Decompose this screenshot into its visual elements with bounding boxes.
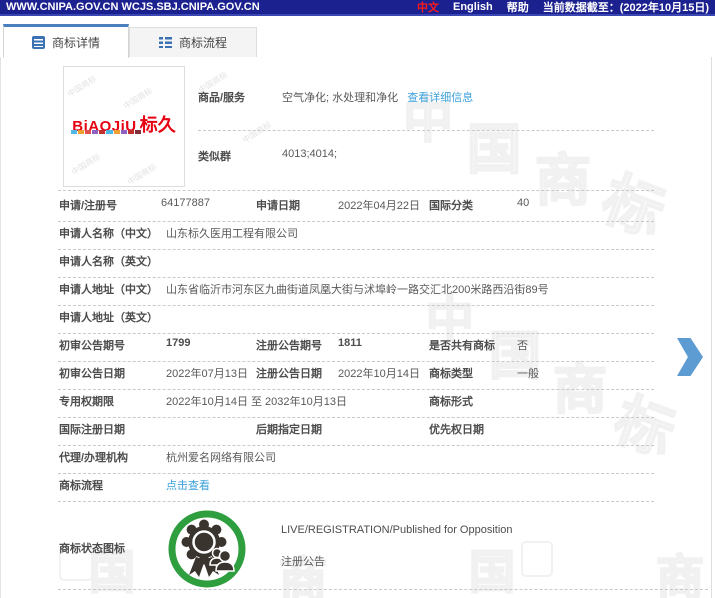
tm-form-label: 商标形式: [429, 393, 473, 409]
status-text-en: LIVE/REGISTRATION/Published for Oppositi…: [281, 524, 513, 536]
reg-pub-no-label: 注册公告期号: [256, 337, 322, 353]
intlclass-label: 国际分类: [429, 197, 473, 213]
agency-label: 代理/办理机构: [59, 449, 128, 465]
exclusive-term-value: 2022年10月14日 至 2032年10月13日: [166, 393, 347, 409]
tm-type-value: 一般: [517, 365, 539, 381]
row-separator: [198, 130, 654, 131]
watermark-glyph: 商: [553, 363, 607, 417]
regno-value: 64177887: [161, 197, 210, 209]
topbar: WWW.CNIPA.GOV.CN WCJS.SBJ.CNIPA.GOV.CN 中…: [0, 0, 715, 16]
similar-group-value: 4013;4014;: [282, 148, 337, 160]
first-pub-no-value: 1799: [166, 337, 190, 349]
trademark-status-icon: [167, 509, 247, 589]
tab-detail-label: 商标详情: [52, 34, 100, 51]
address-cn-value: 山东省临沂市河东区九曲街道凤凰大街与沭埠岭一路交汇北200米路西沿街89号: [166, 281, 549, 297]
address-en-label: 申请人地址（英文）: [59, 309, 158, 325]
watermark-small-text: 中国商标: [66, 73, 99, 99]
applicant-cn-label: 申请人名称（中文）: [59, 225, 158, 241]
row-separator: [58, 501, 654, 502]
trademark-detail-page: WWW.CNIPA.GOV.CN WCJS.SBJ.CNIPA.GOV.CN 中…: [0, 0, 715, 598]
row-separator: [58, 277, 654, 278]
row-separator: [58, 417, 654, 418]
row-separator: [58, 190, 654, 191]
first-pub-date-value: 2022年07月13日: [166, 365, 248, 381]
trademark-image: 中国商标 中国商标 中国商标 中国商标 BiAOJiU 标久: [63, 66, 185, 187]
watermark-small-text: 中国商标: [122, 85, 155, 111]
goods-label: 商品/服务: [198, 89, 245, 105]
row-separator: [58, 473, 654, 474]
first-pub-date-label: 初审公告日期: [59, 365, 125, 381]
appdate-label: 申请日期: [256, 197, 300, 213]
watermark-plug-shape: [521, 541, 553, 577]
help-link[interactable]: 帮助: [507, 0, 529, 15]
logo-color-bar: [71, 130, 141, 134]
row-separator: [58, 333, 654, 334]
watermark-glyph: 商: [656, 555, 704, 598]
shared-mark-label: 是否共有商标: [429, 337, 495, 353]
row-separator: [58, 221, 654, 222]
data-cutoff-label: 当前数据截至：(2022年10月15日): [543, 0, 709, 15]
row-separator: [58, 361, 654, 362]
lang-english-link[interactable]: English: [453, 1, 493, 13]
tab-trademark-flow[interactable]: 商标流程: [129, 27, 257, 57]
tab-trademark-detail[interactable]: 商标详情: [3, 24, 129, 58]
applicant-en-label: 申请人名称（英文）: [59, 253, 158, 269]
reg-pub-date-label: 注册公告日期: [256, 365, 322, 381]
regno-label: 申请/注册号: [59, 197, 117, 213]
content-right-border: [711, 57, 712, 598]
row-separator: [58, 589, 708, 590]
intlclass-value: 40: [517, 197, 529, 209]
exclusive-term-label: 专用权期限: [59, 393, 114, 409]
watermark-small-text: 中国商标: [70, 151, 103, 177]
watermark-glyph: 国: [467, 123, 521, 177]
reg-pub-no-value: 1811: [338, 337, 362, 349]
watermark-glyph: 商: [535, 153, 591, 209]
intl-reg-date-label: 国际注册日期: [59, 421, 125, 437]
tab-flow-label: 商标流程: [179, 34, 227, 51]
goods-value-text: 空气净化; 水处理和净化: [282, 92, 398, 104]
shared-mark-value: 否: [517, 337, 528, 353]
applicant-cn-value: 山东标久医用工程有限公司: [166, 225, 298, 241]
row-separator: [58, 389, 654, 390]
watermark-glyph: 标: [607, 391, 681, 465]
watermark-glyph: 标: [595, 169, 672, 246]
reg-pub-date-value: 2022年10月14日: [338, 365, 420, 381]
click-to-view-link[interactable]: 点击查看: [166, 477, 210, 493]
list-icon: [159, 36, 172, 49]
status-icon-label: 商标状态图标: [59, 540, 125, 556]
appdate-value: 2022年04月22日: [338, 197, 420, 213]
address-cn-label: 申请人地址（中文）: [59, 281, 158, 297]
view-detail-link[interactable]: 查看详细信息: [407, 92, 473, 104]
status-text-cn: 注册公告: [281, 553, 325, 569]
later-designation-label: 后期指定日期: [256, 421, 322, 437]
goods-value: 空气净化; 水处理和净化 查看详细信息: [282, 89, 473, 105]
row-separator: [58, 305, 654, 306]
topbar-links: 中文 English 帮助 当前数据截至：(2022年10月15日): [417, 0, 709, 15]
tm-type-label: 商标类型: [429, 365, 473, 381]
watermark-small-text: 中国商标: [241, 119, 274, 145]
document-icon: [32, 36, 45, 49]
first-pub-no-label: 初审公告期号: [59, 337, 125, 353]
detail-panel: 中 国 商 标 中 国 商 标 国 商 国 商 中国商标 中国商标 中国商标 中…: [0, 57, 715, 598]
watermark-small-text: 中国商标: [126, 161, 159, 187]
logo-chinese-text: 标久: [140, 115, 176, 135]
lang-chinese-link[interactable]: 中文: [417, 0, 439, 15]
row-separator: [58, 445, 654, 446]
row-separator: [58, 249, 654, 250]
similar-group-label: 类似群: [198, 148, 231, 164]
next-arrow-button[interactable]: [677, 338, 703, 376]
flow-label: 商标流程: [59, 477, 103, 493]
priority-date-label: 优先权日期: [429, 421, 484, 437]
agency-value: 杭州爱名网络有限公司: [166, 449, 276, 465]
site-url: WWW.CNIPA.GOV.CN WCJS.SBJ.CNIPA.GOV.CN: [6, 1, 260, 13]
